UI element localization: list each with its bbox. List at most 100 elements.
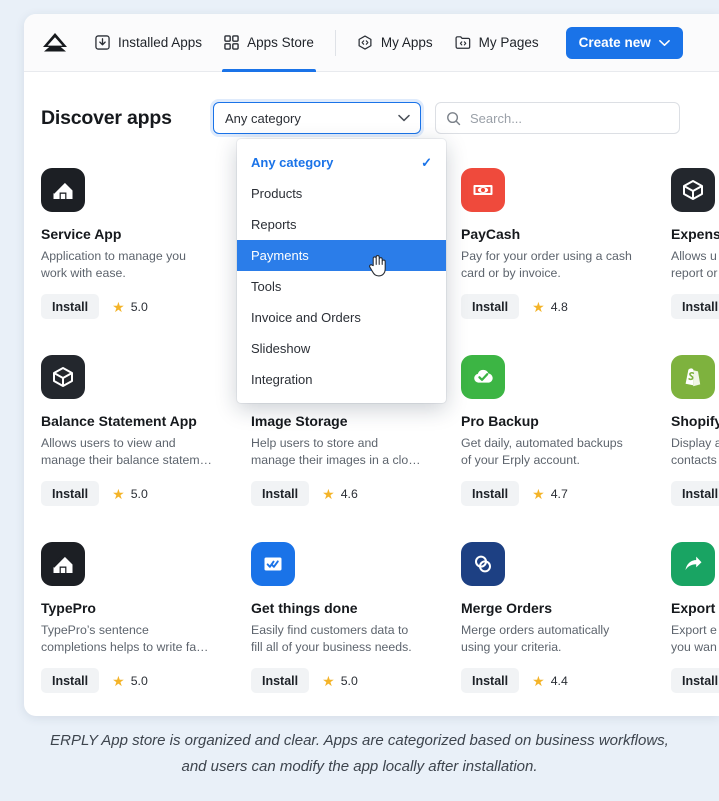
search-box[interactable] (435, 102, 680, 134)
category-select[interactable]: Any category (213, 102, 421, 134)
nav-item-installed-apps[interactable]: Installed Apps (84, 14, 213, 72)
app-card-balance-statement-app[interactable]: Balance Statement App Allows users to vi… (41, 341, 251, 528)
star-icon: ★ (112, 298, 125, 315)
install-button[interactable]: Install (461, 668, 520, 693)
cube-box-icon (683, 180, 703, 200)
install-button[interactable]: Install (461, 481, 520, 506)
discover-toolbar: Discover apps Any category (24, 72, 719, 142)
rating-value: 5.0 (340, 673, 358, 688)
install-button[interactable]: Install (461, 294, 520, 319)
app-description: Application to manage you work with ease. (41, 249, 186, 280)
category-dropdown-menu[interactable]: Any category ✓ Products Reports Payments… (237, 139, 446, 403)
install-button[interactable]: Install (251, 481, 310, 506)
app-description: Easily find customers data to fill all of… (251, 623, 412, 654)
dropdown-option-label: Integration (251, 372, 313, 387)
app-icon (461, 355, 505, 399)
rating-value: 4.7 (550, 486, 568, 501)
app-store-window: Installed Apps Apps Store My Apps My Pag… (24, 14, 719, 716)
dropdown-option-any-category[interactable]: Any category ✓ (237, 147, 446, 178)
nav-divider (334, 29, 336, 56)
app-rating: ★ 4.4 (532, 674, 568, 688)
install-button[interactable]: Install (671, 668, 719, 693)
app-rating: ★ 4.6 (322, 487, 358, 501)
app-card-expense[interactable]: Expense Allows ureport or Install (671, 154, 719, 341)
folder-code-icon (455, 35, 471, 50)
app-description: Get daily, automated backups of your Erpl… (461, 436, 623, 467)
app-icon (41, 168, 85, 212)
category-select-value: Any category (225, 110, 301, 126)
app-description: Allows users to view and manage their bal… (41, 436, 212, 467)
app-actions: Install ★ 5.0 (251, 668, 435, 693)
app-name: Merge Orders (461, 600, 553, 616)
app-icon (671, 355, 715, 399)
dropdown-option-slideshow[interactable]: Slideshow (237, 333, 446, 364)
create-new-label: Create new (578, 35, 651, 50)
app-card-get-things-done[interactable]: Get things done Easily find customers da… (251, 528, 461, 715)
app-card-merge-orders[interactable]: Merge Orders Merge orders automatically u… (461, 528, 671, 715)
rating-value: 4.6 (340, 486, 358, 501)
install-button[interactable]: Install (671, 481, 719, 506)
app-name: Balance Statement App (41, 413, 197, 429)
dropdown-option-invoice-and-orders[interactable]: Invoice and Orders (237, 302, 446, 333)
search-input[interactable] (470, 110, 669, 126)
dropdown-option-products[interactable]: Products (237, 178, 446, 209)
hexagon-code-icon (357, 34, 373, 51)
dropdown-option-tools[interactable]: Tools (237, 271, 446, 302)
search-icon (446, 111, 461, 126)
app-actions: Install ★ 4.7 (461, 481, 645, 506)
venn-circles-icon (475, 555, 491, 573)
install-button[interactable]: Install (41, 294, 100, 319)
nav-item-apps-store[interactable]: Apps Store (213, 14, 325, 72)
app-card-paycash[interactable]: PayCash Pay for your order using a cash c… (461, 154, 671, 341)
page-root: Installed Apps Apps Store My Apps My Pag… (0, 0, 719, 801)
app-actions: Install (671, 668, 719, 693)
app-card-shopify[interactable]: Shopify Display a contacts Install (671, 341, 719, 528)
rating-value: 4.8 (550, 299, 568, 314)
app-name: Shopify (671, 413, 719, 429)
chevron-down-icon (398, 114, 410, 122)
nav-item-my-apps[interactable]: My Apps (346, 14, 444, 72)
dropdown-option-payments[interactable]: Payments (237, 240, 446, 271)
app-icon (251, 542, 295, 586)
house-app-icon (52, 180, 73, 199)
figure-caption: ERPLY App store is organized and clear. … (50, 732, 669, 775)
app-rating: ★ 4.7 (532, 487, 568, 501)
app-rating: ★ 5.0 (112, 674, 148, 688)
dropdown-option-reports[interactable]: Reports (237, 209, 446, 240)
app-actions: Install ★ 5.0 (41, 481, 225, 506)
rating-value: 5.0 (130, 673, 148, 688)
star-icon: ★ (532, 672, 545, 689)
app-actions: Install ★ 4.6 (251, 481, 435, 506)
app-card-export[interactable]: Export Export e you wan Install (671, 528, 719, 715)
cube-box-icon (53, 367, 73, 387)
dropdown-option-label: Payments (251, 248, 309, 263)
shopify-bag-icon (685, 368, 701, 387)
nav-item-my-pages[interactable]: My Pages (444, 14, 550, 72)
star-icon: ★ (112, 485, 125, 502)
app-description: TypePro’s sentence completions helps to w… (41, 623, 209, 654)
dropdown-option-label: Invoice and Orders (251, 310, 361, 325)
app-card-typepro[interactable]: TypePro TypePro’s sentence completions he… (41, 528, 251, 715)
star-icon: ★ (322, 485, 335, 502)
app-icon (461, 542, 505, 586)
app-card-pro-backup[interactable]: Pro Backup Get daily, automated backups o… (461, 341, 671, 528)
share-arrow-icon (685, 556, 702, 570)
dropdown-option-label: Slideshow (251, 341, 311, 356)
app-icon (461, 168, 505, 212)
erply-logo[interactable] (38, 26, 72, 60)
app-card-service-app[interactable]: Service App Application to manage you wor… (41, 154, 251, 341)
install-button[interactable]: Install (251, 668, 310, 693)
app-name: Service App (41, 226, 122, 242)
dropdown-option-label: Any category (251, 155, 334, 170)
install-button[interactable]: Install (41, 481, 100, 506)
app-description: Export e you wan (671, 623, 717, 654)
install-button[interactable]: Install (41, 668, 100, 693)
cash-note-icon (473, 185, 493, 195)
app-actions: Install ★ 5.0 (41, 294, 225, 319)
download-box-icon (95, 35, 110, 50)
star-icon: ★ (532, 485, 545, 502)
app-name: Export (671, 600, 716, 616)
create-new-button[interactable]: Create new (565, 26, 683, 59)
dropdown-option-integration[interactable]: Integration (237, 364, 446, 395)
install-button[interactable]: Install (671, 294, 719, 319)
